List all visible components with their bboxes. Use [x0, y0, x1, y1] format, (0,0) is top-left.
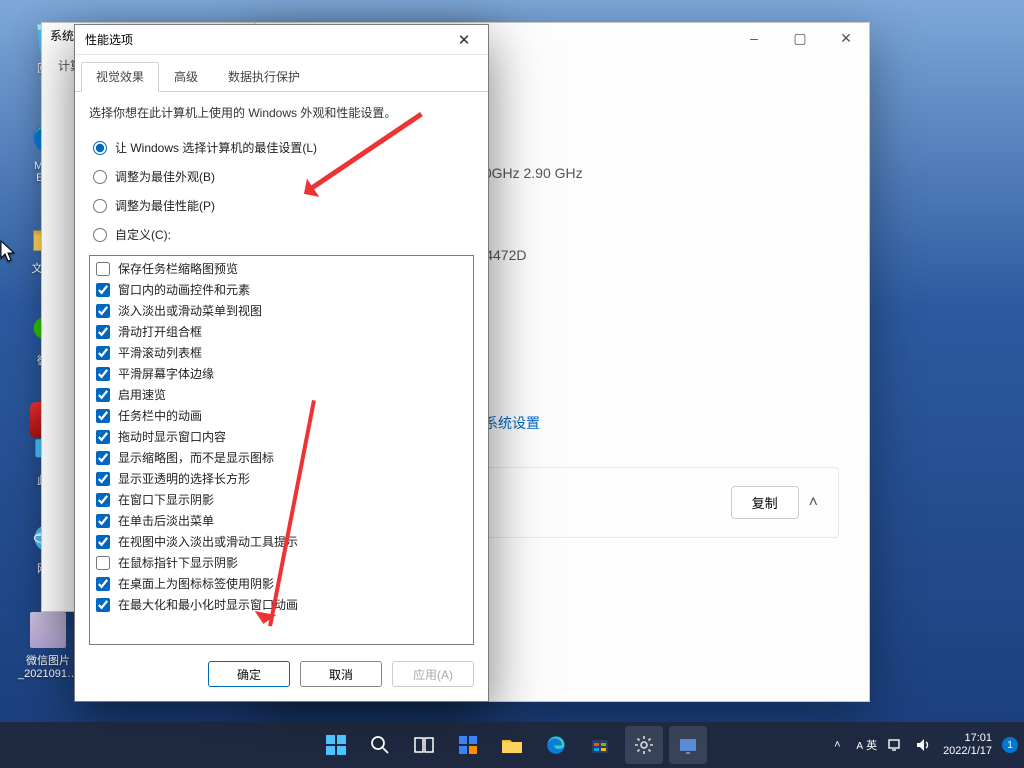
effect-checkbox[interactable] — [96, 493, 110, 507]
effect-checkbox-item[interactable]: 在单击后淡出菜单 — [94, 510, 469, 531]
effect-checkbox-item[interactable]: 在最大化和最小化时显示窗口动画 — [94, 594, 469, 615]
desktop-icon-image[interactable]: 微信图片 _2021091… — [13, 610, 83, 680]
effect-checkbox-label: 在窗口下显示阴影 — [118, 491, 214, 508]
effect-checkbox-label: 滑动打开组合框 — [118, 323, 202, 340]
effect-checkbox[interactable] — [96, 556, 110, 570]
effect-checkbox-item[interactable]: 平滑滚动列表框 — [94, 342, 469, 363]
effect-checkbox-item[interactable]: 启用速览 — [94, 384, 469, 405]
effect-checkbox-label: 显示缩略图，而不是显示图标 — [118, 449, 274, 466]
effect-checkbox[interactable] — [96, 535, 110, 549]
task-view-button[interactable] — [405, 726, 443, 764]
radio-best-performance[interactable]: 调整为最佳性能(P) — [93, 197, 474, 214]
notification-badge[interactable]: 1 — [1002, 737, 1018, 753]
maximize-button[interactable]: ▢ — [777, 23, 823, 53]
tab-dep[interactable]: 数据执行保护 — [213, 62, 315, 92]
effect-checkbox-label: 在单击后淡出菜单 — [118, 512, 214, 529]
radio-group: 让 Windows 选择计算机的最佳设置(L) 调整为最佳外观(B) 调整为最佳… — [89, 139, 474, 243]
effect-checkbox-label: 保存任务栏缩略图预览 — [118, 260, 238, 277]
effect-checkbox-label: 在鼠标指针下显示阴影 — [118, 554, 238, 571]
widgets-button[interactable] — [449, 726, 487, 764]
clock[interactable]: 17:01 2022/1/17 — [943, 732, 992, 757]
apply-button[interactable]: 应用(A) — [392, 661, 474, 687]
tab-advanced[interactable]: 高级 — [159, 62, 213, 92]
tab-visual-effects[interactable]: 视觉效果 — [81, 62, 159, 92]
dialog-title: 性能选项 — [85, 31, 133, 48]
effect-checkbox-label: 任务栏中的动画 — [118, 407, 202, 424]
effect-checkbox[interactable] — [96, 430, 110, 444]
effect-checkbox-item[interactable]: 窗口内的动画控件和元素 — [94, 279, 469, 300]
effect-checkbox-item[interactable]: 显示亚透明的选择长方形 — [94, 468, 469, 489]
clock-date: 2022/1/17 — [943, 745, 992, 758]
effect-checkbox-label: 在视图中淡入淡出或滑动工具提示 — [118, 533, 298, 550]
ok-button[interactable]: 确定 — [208, 661, 290, 687]
cancel-button[interactable]: 取消 — [300, 661, 382, 687]
edge-button[interactable] — [537, 726, 575, 764]
close-button[interactable]: ✕ — [442, 26, 486, 54]
close-button[interactable]: ✕ — [823, 23, 869, 53]
radio-let-windows-choose[interactable]: 让 Windows 选择计算机的最佳设置(L) — [93, 139, 474, 156]
effect-checkbox[interactable] — [96, 514, 110, 528]
effect-checkbox[interactable] — [96, 304, 110, 318]
store-button[interactable] — [581, 726, 619, 764]
explorer-button[interactable] — [493, 726, 531, 764]
effect-checkbox-item[interactable]: 保存任务栏缩略图预览 — [94, 258, 469, 279]
search-button[interactable] — [361, 726, 399, 764]
effect-checkbox-item[interactable]: 显示缩略图，而不是显示图标 — [94, 447, 469, 468]
effect-checkbox[interactable] — [96, 409, 110, 423]
effect-checkbox-label: 平滑屏幕字体边缘 — [118, 365, 214, 382]
effect-checkbox[interactable] — [96, 577, 110, 591]
effect-checkbox[interactable] — [96, 262, 110, 276]
effect-checkbox[interactable] — [96, 472, 110, 486]
effect-checkbox-item[interactable]: 任务栏中的动画 — [94, 405, 469, 426]
effects-checklist[interactable]: 保存任务栏缩略图预览窗口内的动画控件和元素淡入淡出或滑动菜单到视图滑动打开组合框… — [89, 255, 474, 645]
effect-checkbox[interactable] — [96, 346, 110, 360]
effect-checkbox-item[interactable]: 拖动时显示窗口内容 — [94, 426, 469, 447]
taskbar-app-icon[interactable] — [669, 726, 707, 764]
effect-checkbox[interactable] — [96, 283, 110, 297]
effect-checkbox-item[interactable]: 淡入淡出或滑动菜单到视图 — [94, 300, 469, 321]
effect-checkbox-label: 显示亚透明的选择长方形 — [118, 470, 250, 487]
effect-checkbox-item[interactable]: 滑动打开组合框 — [94, 321, 469, 342]
effect-checkbox-item[interactable]: 在窗口下显示阴影 — [94, 489, 469, 510]
taskbar: ˄ A 英 17:01 2022/1/17 1 — [0, 722, 1024, 768]
effect-checkbox-label: 窗口内的动画控件和元素 — [118, 281, 250, 298]
ime-indicator[interactable]: A 英 — [856, 737, 877, 753]
copy-button[interactable]: 复制 — [731, 486, 799, 519]
desktop-icon-label: 微信图片 _2021091… — [13, 652, 83, 680]
network-icon[interactable] — [887, 736, 905, 754]
effect-checkbox[interactable] — [96, 367, 110, 381]
chevron-up-icon: ˄ — [809, 494, 818, 512]
radio-custom[interactable]: 自定义(C): — [93, 226, 474, 243]
tab-strip: 视觉效果 高级 数据执行保护 — [75, 55, 488, 92]
settings-button[interactable] — [625, 726, 663, 764]
cursor-icon — [0, 240, 16, 264]
effect-checkbox[interactable] — [96, 598, 110, 612]
effect-checkbox[interactable] — [96, 451, 110, 465]
effect-checkbox-item[interactable]: 在视图中淡入淡出或滑动工具提示 — [94, 531, 469, 552]
start-button[interactable] — [317, 726, 355, 764]
effect-checkbox[interactable] — [96, 388, 110, 402]
performance-options-dialog: 性能选项 ✕ 视觉效果 高级 数据执行保护 选择你想在此计算机上使用的 Wind… — [74, 24, 489, 702]
effect-checkbox[interactable] — [96, 325, 110, 339]
radio-best-appearance[interactable]: 调整为最佳外观(B) — [93, 168, 474, 185]
effect-checkbox-label: 启用速览 — [118, 386, 166, 403]
effect-checkbox-label: 拖动时显示窗口内容 — [118, 428, 226, 445]
tray-overflow-icon[interactable]: ˄ — [828, 736, 846, 754]
effect-checkbox-label: 在桌面上为图标标签使用阴影 — [118, 575, 274, 592]
effect-checkbox-label: 淡入淡出或滑动菜单到视图 — [118, 302, 262, 319]
volume-icon[interactable] — [915, 736, 933, 754]
effect-checkbox-item[interactable]: 平滑屏幕字体边缘 — [94, 363, 469, 384]
clock-time: 17:01 — [943, 732, 992, 745]
minimize-button[interactable]: – — [731, 23, 777, 53]
effect-checkbox-label: 平滑滚动列表框 — [118, 344, 202, 361]
